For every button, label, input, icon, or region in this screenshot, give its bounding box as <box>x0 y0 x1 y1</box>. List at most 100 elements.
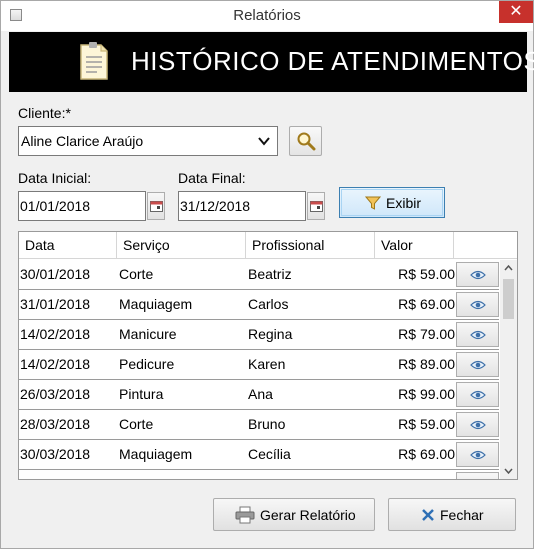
cell-profissional: Ana <box>248 386 273 402</box>
data-inicial-calendar-button[interactable] <box>147 192 165 220</box>
cell-data: 30/01/2018 <box>20 266 91 282</box>
table-row[interactable]: 14/02/2018 Manicure Regina R$ 79.00 <box>19 320 499 350</box>
gerar-relatorio-button[interactable]: Gerar Relatório <box>213 498 375 531</box>
table-row[interactable]: 30/03/2018 Maquiagem Cecília R$ 69.00 <box>19 440 499 470</box>
cell-profissional: Carlos <box>248 296 289 312</box>
cell-servico: Corte <box>119 266 154 282</box>
chevron-down-icon <box>504 468 513 475</box>
view-details-button[interactable] <box>456 262 499 287</box>
cell-profissional: Beatriz <box>248 266 292 282</box>
view-details-button[interactable] <box>456 442 499 467</box>
cell-servico: Manicure <box>119 470 177 479</box>
data-final-input[interactable] <box>179 192 305 220</box>
view-details-button[interactable] <box>456 292 499 317</box>
view-details-button[interactable] <box>456 382 499 407</box>
title-bar[interactable]: Relatórios ✕ <box>1 1 533 31</box>
column-header-actions <box>454 232 517 259</box>
scroll-thumb[interactable] <box>503 279 514 319</box>
cell-profissional: Karen <box>248 356 286 372</box>
cell-valor: R$ 89.00 <box>398 356 455 372</box>
fechar-button[interactable]: Fechar <box>388 498 516 531</box>
printer-icon <box>235 506 255 524</box>
cell-servico: Pintura <box>119 386 164 402</box>
column-header-servico[interactable]: Serviço <box>117 232 246 259</box>
report-window: Relatórios ✕ HISTÓRICO DE ATENDIMENTOS C… <box>0 0 534 549</box>
eye-icon <box>470 330 486 340</box>
cell-valor: R$ 59.00 <box>398 416 455 432</box>
table-scrollbar[interactable] <box>500 260 517 479</box>
document-icon <box>80 42 108 80</box>
table-row[interactable]: 30/01/2018 Corte Beatriz R$ 59.00 <box>19 260 499 290</box>
column-header-profissional[interactable]: Profissional <box>246 232 375 259</box>
data-final-field[interactable] <box>178 191 306 221</box>
cell-data: 31/01/2018 <box>20 296 91 312</box>
close-x-icon <box>422 509 434 521</box>
cliente-select[interactable]: Aline Clarice Araújo <box>18 126 278 156</box>
cell-servico: Maquiagem <box>119 446 193 462</box>
view-details-button[interactable] <box>456 472 499 479</box>
data-inicial-input[interactable] <box>19 192 145 220</box>
cell-profissional: Cecília <box>248 446 291 462</box>
cell-data: 14/02/2018 <box>20 326 91 342</box>
cell-profissional: Regina <box>248 326 293 342</box>
data-final-label: Data Final: <box>178 170 246 186</box>
cell-data: 14/02/2018 <box>20 356 91 372</box>
table-body: 30/01/2018 Corte Beatriz R$ 59.00 31/01/… <box>19 260 499 479</box>
cell-valor: R$ 69.00 <box>398 296 455 312</box>
table-row[interactable]: 31/01/2018 Maquiagem Carlos R$ 69.00 <box>19 290 499 320</box>
table-row[interactable]: 14/02/2018 Pedicure Karen R$ 89.00 <box>19 350 499 380</box>
search-cliente-button[interactable] <box>289 126 322 156</box>
exibir-button[interactable]: Exibir <box>339 187 445 218</box>
view-details-button[interactable] <box>456 412 499 437</box>
cell-valor: R$ 99.00 <box>398 386 455 402</box>
magnifier-icon <box>297 132 316 151</box>
calendar-icon <box>150 201 163 212</box>
view-details-button[interactable] <box>456 352 499 377</box>
window-close-button[interactable]: ✕ <box>499 1 533 23</box>
cell-valor: R$ 79.00 <box>379 470 455 479</box>
cell-valor: R$ 59.00 <box>398 266 455 282</box>
data-final-calendar-button[interactable] <box>307 192 325 220</box>
table-row[interactable]: 26/03/2018 Pintura Ana R$ 99.00 <box>19 380 499 410</box>
exibir-label: Exibir <box>386 195 422 211</box>
gerar-relatorio-label: Gerar Relatório <box>260 507 356 523</box>
scroll-up-button[interactable] <box>500 260 517 277</box>
eye-icon <box>470 420 486 430</box>
calendar-icon <box>310 201 323 212</box>
eye-icon <box>470 300 486 310</box>
cliente-label: Cliente:* <box>18 105 71 121</box>
column-header-valor[interactable]: Valor <box>375 232 454 259</box>
chevron-up-icon <box>504 264 513 271</box>
table-row[interactable]: 28/03/2018 Corte Bruno R$ 59.00 <box>19 410 499 440</box>
header-banner: HISTÓRICO DE ATENDIMENTOS <box>9 32 534 92</box>
cell-servico: Pedicure <box>119 356 175 372</box>
column-header-data[interactable]: Data <box>19 232 117 259</box>
eye-icon <box>470 390 486 400</box>
chevron-down-icon <box>258 137 270 146</box>
eye-icon <box>470 450 486 460</box>
table-header: Data Serviço Profissional Valor <box>19 232 517 259</box>
view-details-button[interactable] <box>456 322 499 347</box>
cell-valor: R$ 69.00 <box>398 446 455 462</box>
cell-data: 26/03/2018 <box>20 386 91 402</box>
scroll-down-button[interactable] <box>500 462 517 479</box>
cell-data: 30/03/2018 <box>20 446 91 462</box>
cell-valor: R$ 79.00 <box>398 326 455 342</box>
filter-icon <box>365 196 381 210</box>
data-inicial-field[interactable] <box>18 191 146 221</box>
cell-profissional: Bruno <box>248 416 286 432</box>
banner-title: HISTÓRICO DE ATENDIMENTOS <box>131 46 534 76</box>
eye-icon <box>470 270 486 280</box>
fechar-label: Fechar <box>440 507 484 523</box>
cell-data: 28/03/2018 <box>20 416 91 432</box>
cell-servico: Maquiagem <box>119 296 193 312</box>
table-row[interactable]: 04/03/2018 Manicure Eliane R$ 79.00 <box>19 470 499 479</box>
cell-servico: Corte <box>119 416 154 432</box>
cell-data: 04/03/2018 <box>20 470 90 479</box>
window-title: Relatórios <box>233 7 301 24</box>
cliente-selected-value: Aline Clarice Araújo <box>21 133 144 149</box>
data-inicial-label: Data Inicial: <box>18 170 92 186</box>
cell-servico: Manicure <box>119 326 177 342</box>
cell-profissional: Eliane <box>248 470 287 479</box>
eye-icon <box>470 360 486 370</box>
